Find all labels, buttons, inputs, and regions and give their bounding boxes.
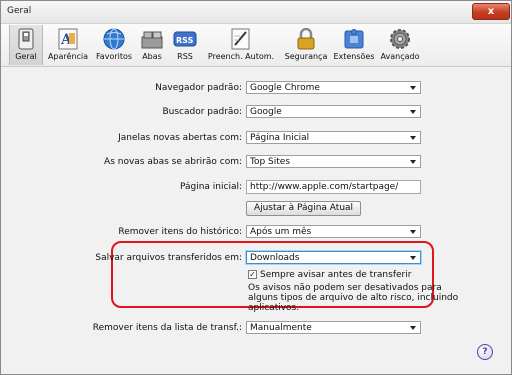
font-icon: A bbox=[58, 28, 78, 50]
puzzle-icon bbox=[344, 29, 364, 49]
lock-icon bbox=[297, 28, 315, 50]
tab-extensions[interactable]: Extensões bbox=[332, 25, 376, 65]
chevron-down-icon bbox=[410, 160, 416, 164]
general-pane: Navegador padrão: Google Chrome Buscador… bbox=[1, 67, 511, 374]
new-windows-value: Página Inicial bbox=[250, 133, 310, 143]
rss-icon-text: RSS bbox=[176, 36, 194, 45]
new-tabs-value: Top Sites bbox=[250, 157, 291, 167]
tab-rss-label: RSS bbox=[177, 52, 193, 61]
tab-advanced[interactable]: Avançado bbox=[377, 25, 423, 65]
switch-icon bbox=[18, 28, 34, 50]
tab-advanced-label: Avançado bbox=[380, 52, 420, 61]
tab-rss[interactable]: RSS RSS bbox=[171, 25, 199, 65]
save-downloads-value: Downloads bbox=[250, 253, 300, 263]
globe-icon bbox=[103, 28, 125, 50]
new-windows-select[interactable]: Página Inicial bbox=[246, 131, 421, 144]
default-browser-select[interactable]: Google Chrome bbox=[246, 81, 421, 94]
tab-extensions-label: Extensões bbox=[333, 52, 375, 61]
tab-tabs-label: Abas bbox=[142, 52, 162, 61]
preferences-toolbar: Geral A Aparência Favoritos Abas RSS RSS… bbox=[1, 24, 511, 67]
remove-downloads-select[interactable]: Manualmente bbox=[246, 321, 421, 334]
history-label: Remover itens do histórico: bbox=[118, 227, 242, 237]
warning-note-line: alguns tipos de arquivo de alto risco, i… bbox=[248, 293, 459, 303]
title-bar: Geral x bbox=[1, 1, 511, 24]
chevron-down-icon bbox=[410, 256, 416, 260]
save-downloads-label: Salvar arquivos transferidos em: bbox=[95, 253, 242, 263]
set-current-page-button[interactable]: Ajustar à Página Atual bbox=[246, 201, 361, 216]
tab-appearance-label: Aparência bbox=[47, 52, 89, 61]
tab-appearance[interactable]: A Aparência bbox=[45, 25, 91, 65]
save-downloads-select[interactable]: Downloads bbox=[246, 251, 421, 264]
new-tabs-label: As novas abas se abrirão com: bbox=[104, 157, 242, 167]
help-button[interactable]: ? bbox=[477, 344, 493, 360]
always-warn-checkbox[interactable]: ✓ bbox=[248, 270, 257, 279]
tab-security[interactable]: Segurança bbox=[282, 25, 330, 65]
window-title: Geral bbox=[7, 6, 32, 16]
homepage-label: Página inicial: bbox=[179, 182, 242, 192]
tab-favorites-label: Favoritos bbox=[95, 52, 133, 61]
tab-autofill-label: Preench. Autom. bbox=[207, 52, 275, 61]
new-windows-label: Janelas novas abertas com: bbox=[118, 133, 242, 143]
gear-icon bbox=[390, 29, 410, 49]
chevron-down-icon bbox=[410, 230, 416, 234]
preferences-window: Geral x Geral A Aparência Favoritos Abas… bbox=[0, 0, 512, 375]
tab-autofill[interactable]: Preench. Autom. bbox=[204, 25, 278, 65]
tab-favorites[interactable]: Favoritos bbox=[93, 25, 135, 65]
default-browser-value: Google Chrome bbox=[250, 83, 320, 93]
tab-general-label: Geral bbox=[15, 52, 37, 61]
tab-tabs[interactable]: Abas bbox=[137, 25, 167, 65]
history-select[interactable]: Após um mês bbox=[246, 225, 421, 238]
chevron-down-icon bbox=[410, 326, 416, 330]
default-search-value: Google bbox=[250, 107, 282, 117]
homepage-value: http://www.apple.com/startpage/ bbox=[250, 182, 399, 192]
tab-general[interactable]: Geral bbox=[9, 25, 43, 65]
chevron-down-icon bbox=[410, 136, 416, 140]
rss-icon: RSS bbox=[173, 31, 197, 47]
history-value: Após um mês bbox=[250, 227, 312, 237]
new-tabs-select[interactable]: Top Sites bbox=[246, 155, 421, 168]
homepage-input[interactable]: http://www.apple.com/startpage/ bbox=[246, 180, 421, 194]
warning-note: Os avisos não podem ser desativados para… bbox=[248, 283, 458, 313]
close-button[interactable]: x bbox=[472, 3, 510, 20]
tabs-icon bbox=[141, 31, 163, 49]
warning-note-line: Os avisos não podem ser desativados para bbox=[248, 283, 442, 293]
default-search-select[interactable]: Google bbox=[246, 105, 421, 118]
tab-security-label: Segurança bbox=[284, 52, 328, 61]
remove-downloads-value: Manualmente bbox=[250, 323, 312, 333]
default-browser-label: Navegador padrão: bbox=[155, 83, 242, 93]
pencil-icon bbox=[231, 28, 250, 50]
always-warn-label: Sempre avisar antes de transferir bbox=[260, 270, 412, 280]
default-search-label: Buscador padrão: bbox=[162, 107, 242, 117]
chevron-down-icon bbox=[410, 110, 416, 114]
remove-downloads-label: Remover itens da lista de transf.: bbox=[92, 323, 242, 333]
chevron-down-icon bbox=[410, 86, 416, 90]
warning-note-line: aplicativos. bbox=[248, 303, 300, 313]
